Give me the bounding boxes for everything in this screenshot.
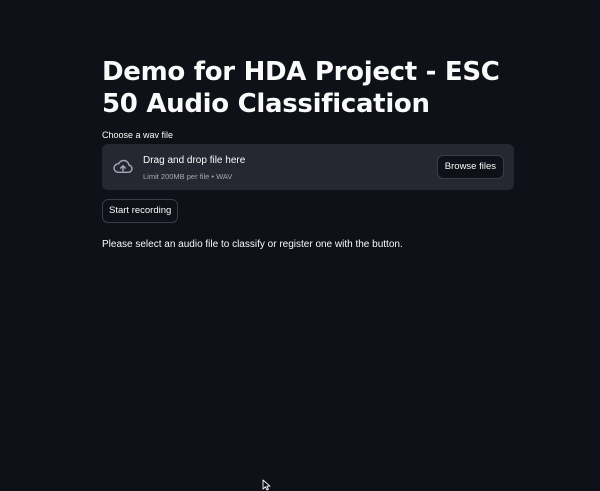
status-message: Please select an audio file to classify … (102, 239, 403, 250)
file-dropzone[interactable]: Drag and drop file here Limit 200MB per … (102, 144, 514, 190)
page-title: Demo for HDA Project - ESC 50 Audio Clas… (102, 57, 500, 119)
dropzone-instructions: Drag and drop file here (143, 155, 246, 166)
cloud-upload-icon (113, 159, 133, 174)
file-uploader-label: Choose a wav file (102, 130, 174, 140)
mouse-pointer-icon (262, 479, 271, 491)
start-recording-button[interactable]: Start recording (102, 199, 179, 223)
app-page: Demo for HDA Project - ESC 50 Audio Clas… (0, 0, 600, 491)
browse-files-button[interactable]: Browse files (436, 155, 504, 179)
dropzone-limit-text: Limit 200MB per file • WAV (143, 172, 233, 181)
